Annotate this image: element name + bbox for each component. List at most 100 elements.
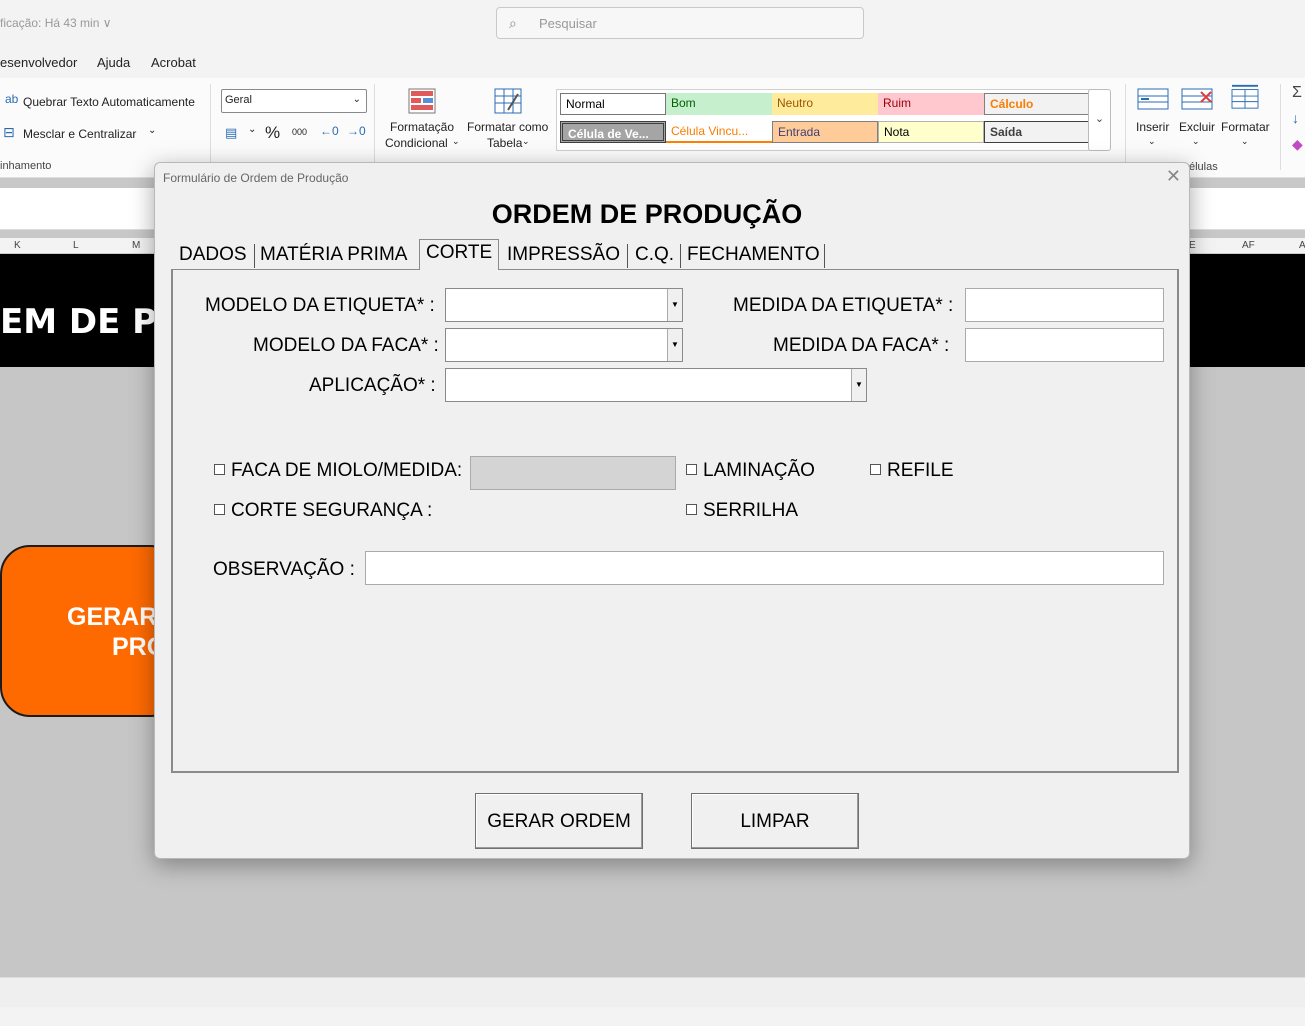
- dialog-title: Formulário de Ordem de Produção: [163, 171, 349, 185]
- number-format-value: Geral: [225, 94, 252, 106]
- tab-dados[interactable]: DADOS: [179, 242, 247, 270]
- chevron-down-icon: ⌄: [352, 94, 361, 105]
- menu-acrobat[interactable]: Acrobat: [151, 55, 196, 70]
- laminacao-checkbox[interactable]: [686, 464, 697, 475]
- medida-faca-label: MEDIDA DA FACA* :: [773, 335, 950, 356]
- orange-button-line-1: GERAR: [67, 603, 158, 631]
- col-header[interactable]: AF: [1242, 240, 1255, 251]
- chevron-down-icon[interactable]: ▼: [667, 329, 682, 361]
- col-header[interactable]: A: [1299, 240, 1305, 251]
- style-bom[interactable]: Bom: [666, 93, 772, 115]
- limpar-button[interactable]: LIMPAR: [691, 793, 859, 849]
- refile-checkbox[interactable]: [870, 464, 881, 475]
- styles-expand-button[interactable]: ⌄: [1088, 89, 1111, 151]
- serrilha-checkbox[interactable]: [686, 504, 697, 515]
- format-button[interactable]: Formatar: [1221, 120, 1270, 134]
- tab-impressao[interactable]: IMPRESSÃO: [507, 242, 620, 270]
- faca-miolo-checkbox[interactable]: [214, 464, 225, 475]
- modelo-etiqueta-label: MODELO DA ETIQUETA* :: [205, 295, 435, 316]
- production-order-dialog: Formulário de Ordem de Produção ✕ ORDEM …: [154, 162, 1190, 859]
- aplicacao-label: APLICAÇÃO* :: [309, 375, 436, 396]
- chevron-down-icon[interactable]: ▼: [851, 369, 866, 401]
- tab-materia-prima[interactable]: MATÉRIA PRIMA: [260, 242, 407, 270]
- format-table-label-1[interactable]: Formatar como: [467, 120, 548, 134]
- delete-button[interactable]: Excluir: [1179, 120, 1215, 134]
- fill-icon[interactable]: ↓: [1292, 110, 1299, 126]
- modelo-faca-combo[interactable]: ▼: [445, 328, 683, 362]
- style-celula-vinculada[interactable]: Célula Vincu...: [666, 121, 772, 143]
- cells-group-label: élulas: [1189, 161, 1218, 173]
- style-entrada[interactable]: Entrada: [772, 121, 878, 143]
- style-neutro[interactable]: Neutro: [772, 93, 878, 115]
- currency-icon[interactable]: ▤: [225, 125, 237, 141]
- alignment-group-label: inhamento: [0, 160, 52, 172]
- style-ruim[interactable]: Ruim: [878, 93, 984, 115]
- insert-dropdown-icon[interactable]: ⌄: [1148, 136, 1156, 147]
- percent-button[interactable]: %: [265, 123, 280, 143]
- modelo-faca-label: MODELO DA FACA* :: [253, 335, 439, 356]
- decrease-decimal-icon[interactable]: →0: [347, 124, 366, 138]
- corte-seguranca-checkbox[interactable]: [214, 504, 225, 515]
- tab-cq[interactable]: C.Q.: [635, 242, 674, 270]
- search-placeholder: Pesquisar: [539, 16, 597, 31]
- faca-miolo-medida-input: [470, 456, 676, 490]
- aplicacao-combo[interactable]: ▼: [445, 368, 867, 402]
- increase-decimal-icon[interactable]: ←0: [320, 124, 339, 138]
- tab-corte[interactable]: CORTE: [419, 239, 500, 270]
- style-nota[interactable]: Nota: [878, 121, 984, 143]
- search-icon: ⌕: [509, 15, 517, 31]
- close-icon[interactable]: ✕: [1166, 166, 1181, 187]
- search-box[interactable]: ⌕ Pesquisar: [496, 7, 864, 39]
- medida-etiqueta-label: MEDIDA DA ETIQUETA* :: [733, 295, 954, 316]
- generate-order-sheet-button[interactable]: GERAR PRO: [0, 545, 180, 717]
- format-table-icon: [494, 88, 522, 114]
- wrap-text-button[interactable]: Quebrar Texto Automaticamente: [23, 95, 195, 109]
- observacao-label: OBSERVAÇÃO :: [213, 559, 355, 580]
- medida-faca-input[interactable]: [965, 328, 1164, 362]
- faca-miolo-label: FACA DE MIOLO/MEDIDA:: [231, 460, 463, 481]
- currency-dropdown-icon[interactable]: ⌄: [248, 124, 256, 135]
- menu-help[interactable]: Ajuda: [97, 55, 130, 70]
- style-normal[interactable]: Normal: [560, 93, 666, 115]
- gerar-ordem-button[interactable]: GERAR ORDEM: [475, 793, 643, 849]
- menu-developer[interactable]: esenvolvedor: [0, 55, 77, 70]
- cell-styles-gallery: Normal Bom Neutro Ruim Cálculo Célula de…: [556, 89, 1090, 151]
- observacao-input[interactable]: [365, 551, 1164, 585]
- style-calculo[interactable]: Cálculo: [984, 93, 1090, 115]
- corte-seguranca-label: CORTE SEGURANÇA :: [231, 500, 433, 521]
- style-celula-verificacao[interactable]: Célula de Ve...: [560, 121, 666, 143]
- format-table-dropdown-icon[interactable]: ⌄: [522, 136, 530, 147]
- laminacao-label: LAMINAÇÃO: [703, 460, 815, 481]
- menu-bar: esenvolvedor Ajuda Acrobat: [0, 46, 1305, 78]
- col-header[interactable]: L: [73, 240, 79, 251]
- wrap-text-icon: ab: [5, 92, 19, 106]
- clear-icon[interactable]: ◆: [1292, 136, 1303, 153]
- merge-dropdown-icon[interactable]: ⌄: [148, 125, 156, 136]
- delete-dropdown-icon[interactable]: ⌄: [1192, 136, 1200, 147]
- merge-icon: ⊟: [3, 124, 15, 140]
- cond-format-dropdown-icon[interactable]: ⌄: [452, 136, 460, 147]
- insert-button[interactable]: Inserir: [1136, 120, 1169, 134]
- format-dropdown-icon[interactable]: ⌄: [1241, 136, 1249, 147]
- delete-cells-icon: [1181, 88, 1213, 110]
- merge-center-button[interactable]: Mesclar e Centralizar: [23, 127, 136, 141]
- number-format-select[interactable]: Geral ⌄: [221, 89, 367, 113]
- col-header[interactable]: M: [132, 240, 140, 251]
- modelo-etiqueta-combo[interactable]: ▼: [445, 288, 683, 322]
- medida-etiqueta-input[interactable]: [965, 288, 1164, 322]
- cond-format-label-2[interactable]: Condicional: [385, 136, 448, 150]
- format-table-label-2[interactable]: Tabela: [487, 136, 522, 150]
- style-saida[interactable]: Saída: [984, 121, 1090, 143]
- cond-format-label-1[interactable]: Formatação: [390, 120, 454, 134]
- autosum-icon[interactable]: Σ: [1292, 84, 1302, 102]
- refile-label: REFILE: [887, 460, 954, 481]
- form-heading: ORDEM DE PRODUÇÃO: [491, 199, 803, 229]
- serrilha-label: SERRILHA: [703, 500, 799, 521]
- col-header[interactable]: E: [1189, 240, 1196, 251]
- chevron-down-icon[interactable]: ▼: [667, 289, 682, 321]
- thousands-button[interactable]: 000: [292, 127, 307, 137]
- save-status: ficação: Há 43 min ∨: [0, 16, 112, 30]
- bottom-bar: [0, 1007, 1305, 1026]
- tab-fechamento[interactable]: FECHAMENTO: [687, 242, 820, 270]
- col-header[interactable]: K: [14, 240, 21, 251]
